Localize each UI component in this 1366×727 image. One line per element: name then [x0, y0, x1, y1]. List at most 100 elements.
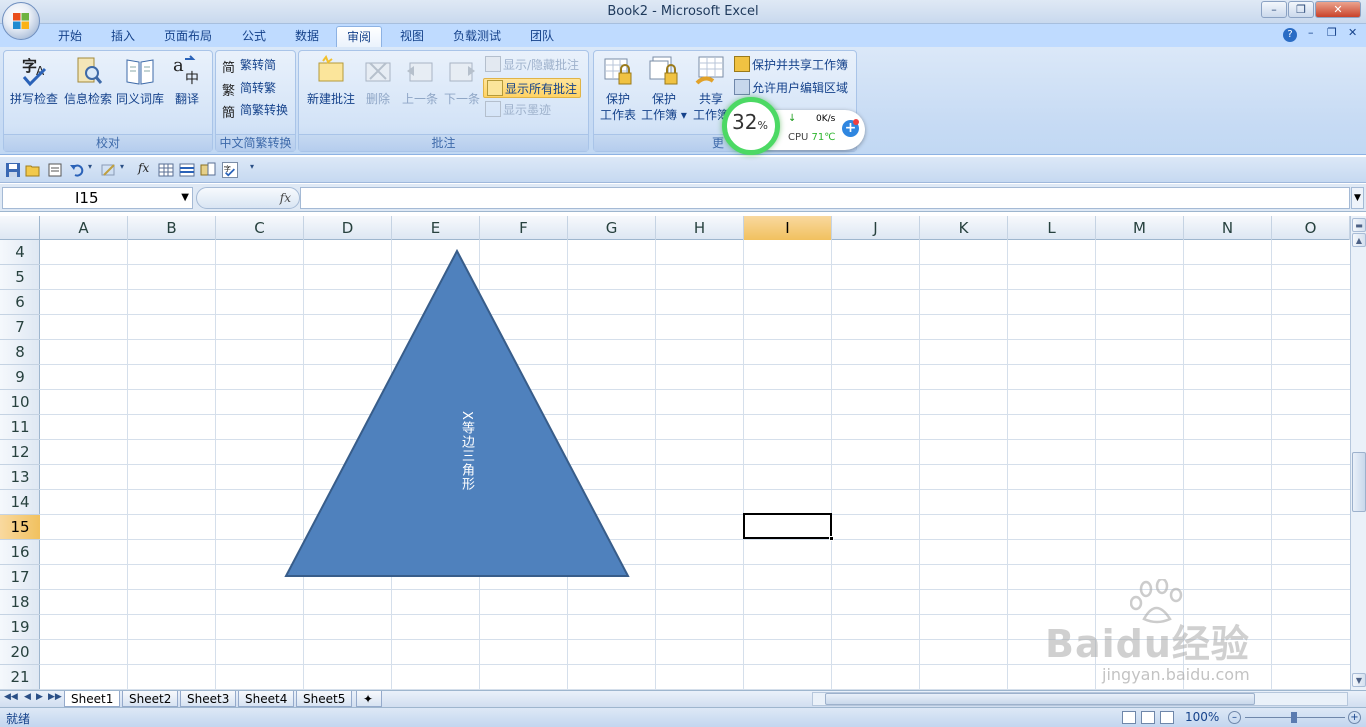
table-icon[interactable]	[158, 162, 174, 178]
restore-button[interactable]: ❐	[1288, 1, 1314, 18]
format-painter-icon[interactable]	[101, 162, 117, 178]
row-header-19[interactable]: 19	[0, 615, 40, 640]
sheet-tab-sheet2[interactable]: Sheet2	[122, 691, 179, 707]
save-icon[interactable]	[5, 162, 21, 178]
row-header-9[interactable]: 9	[0, 365, 40, 390]
tab-insert[interactable]: 插入	[101, 26, 145, 48]
undo-dropdown-icon[interactable]: ▾	[88, 162, 92, 171]
next-sheet-icon[interactable]: ▶	[36, 692, 43, 702]
horizontal-scroll-thumb[interactable]	[825, 693, 1255, 705]
column-header-l[interactable]: L	[1008, 216, 1096, 240]
to-traditional-button[interactable]: 繁简转繁	[222, 78, 276, 99]
protect-workbook-button[interactable]: 保护 工作簿 ▾	[641, 55, 687, 123]
last-sheet-icon[interactable]: ▶▶	[48, 692, 62, 702]
scroll-down-icon[interactable]: ▼	[1352, 673, 1366, 687]
name-box[interactable]: I15 ▼	[2, 187, 193, 209]
column-header-a[interactable]: A	[40, 216, 128, 240]
tab-load-test[interactable]: 负载测试	[443, 26, 511, 48]
first-sheet-icon[interactable]: ◀◀	[4, 692, 18, 702]
prev-comment-button[interactable]: 上一条	[399, 55, 441, 107]
horizontal-scrollbar[interactable]	[812, 692, 1348, 706]
column-header-h[interactable]: H	[656, 216, 744, 240]
insert-sheet-icon[interactable]: ✦	[356, 691, 382, 707]
ribbon-restore-icon[interactable]: ❐	[1327, 26, 1337, 39]
convert-button[interactable]: 簡简繁转换	[222, 100, 288, 121]
row-header-14[interactable]: 14	[0, 490, 40, 515]
next-comment-button[interactable]: 下一条	[441, 55, 483, 107]
tab-team[interactable]: 团队	[520, 26, 564, 48]
fill-handle[interactable]	[829, 536, 834, 541]
new-comment-button[interactable]: 新建批注	[303, 55, 359, 107]
customize-qat-icon[interactable]: ▾	[250, 162, 254, 171]
insert-function-button[interactable]: fx	[196, 187, 300, 209]
row-header-16[interactable]: 16	[0, 540, 40, 565]
format-dropdown-icon[interactable]: ▾	[120, 162, 124, 171]
row-header-12[interactable]: 12	[0, 440, 40, 465]
vertical-scroll-thumb[interactable]	[1352, 452, 1366, 512]
vertical-scrollbar[interactable]: ▬ ▲ ▼	[1350, 216, 1366, 690]
column-header-k[interactable]: K	[920, 216, 1008, 240]
sheet-tab-sheet1[interactable]: Sheet1	[64, 691, 121, 707]
row-header-20[interactable]: 20	[0, 640, 40, 665]
ribbon-close-icon[interactable]: ✕	[1348, 26, 1357, 39]
name-box-dropdown-icon[interactable]: ▼	[181, 188, 189, 208]
minimize-button[interactable]: –	[1261, 1, 1287, 18]
tab-home[interactable]: 开始	[48, 26, 92, 48]
prev-sheet-icon[interactable]: ◀	[24, 692, 31, 702]
compare-icon[interactable]	[200, 162, 216, 178]
close-button[interactable]: ✕	[1315, 1, 1361, 18]
row-header-8[interactable]: 8	[0, 340, 40, 365]
row-header-4[interactable]: 4	[0, 240, 40, 265]
protect-sheet-button[interactable]: 保护 工作表	[596, 55, 640, 123]
column-header-o[interactable]: O	[1272, 216, 1350, 240]
tab-view[interactable]: 视图	[390, 26, 434, 48]
select-all-corner[interactable]	[0, 216, 40, 240]
translate-button[interactable]: a中 翻译	[164, 55, 210, 107]
column-header-c[interactable]: C	[216, 216, 304, 240]
tab-page-layout[interactable]: 页面布局	[154, 26, 222, 48]
list-icon[interactable]	[179, 162, 195, 178]
tab-data[interactable]: 数据	[285, 26, 329, 48]
help-icon[interactable]: ?	[1283, 28, 1297, 42]
sheet-tab-sheet5[interactable]: Sheet5	[296, 691, 353, 707]
page-layout-view-icon[interactable]	[1141, 711, 1155, 724]
zoom-thumb[interactable]	[1291, 712, 1297, 723]
normal-view-icon[interactable]	[1122, 711, 1136, 724]
split-box-icon[interactable]: ▬	[1352, 218, 1366, 232]
column-header-b[interactable]: B	[128, 216, 216, 240]
to-simplified-button[interactable]: 简繁转简	[222, 55, 276, 76]
row-header-5[interactable]: 5	[0, 265, 40, 290]
protect-share-button[interactable]: 保护并共享工作簿	[734, 55, 848, 75]
insert-function-icon[interactable]: fx	[138, 161, 149, 175]
column-header-f[interactable]: F	[480, 216, 568, 240]
show-all-comments-button[interactable]: 显示所有批注	[483, 78, 582, 98]
expand-formula-bar-icon[interactable]: ▼	[1351, 187, 1364, 209]
row-header-10[interactable]: 10	[0, 390, 40, 415]
row-header-21[interactable]: 21	[0, 665, 40, 690]
show-ink-button[interactable]: 显示墨迹	[485, 100, 551, 120]
page-break-view-icon[interactable]	[1160, 711, 1174, 724]
active-cell-i15[interactable]	[743, 513, 834, 541]
row-header-15[interactable]: 15	[0, 515, 40, 540]
sheet-tab-sheet3[interactable]: Sheet3	[180, 691, 237, 707]
ribbon-minimize-icon[interactable]: –	[1308, 26, 1314, 39]
formula-input[interactable]	[300, 187, 1350, 209]
print-preview-icon[interactable]	[47, 162, 63, 178]
open-icon[interactable]	[25, 162, 41, 178]
undo-icon[interactable]	[69, 162, 85, 178]
column-header-n[interactable]: N	[1184, 216, 1272, 240]
row-header-11[interactable]: 11	[0, 415, 40, 440]
office-button[interactable]	[2, 2, 40, 40]
row-header-17[interactable]: 17	[0, 565, 40, 590]
column-header-j[interactable]: J	[832, 216, 920, 240]
show-hide-comment-button[interactable]: 显示/隐藏批注	[485, 55, 579, 75]
zoom-level[interactable]: 100%	[1185, 710, 1219, 724]
column-header-d[interactable]: D	[304, 216, 392, 240]
spell-quick-icon[interactable]: 字	[222, 162, 238, 178]
research-button[interactable]: 信息检索	[62, 55, 114, 107]
row-header-18[interactable]: 18	[0, 590, 40, 615]
cell-area[interactable]	[40, 240, 1350, 690]
zoom-out-icon[interactable]: –	[1228, 711, 1241, 724]
row-header-6[interactable]: 6	[0, 290, 40, 315]
tab-review[interactable]: 审阅	[336, 26, 383, 48]
